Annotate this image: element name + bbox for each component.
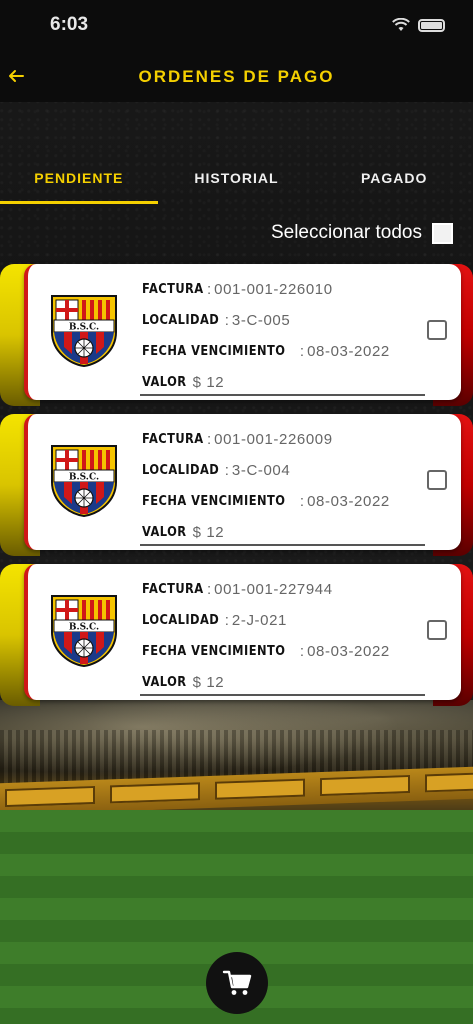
tab-pendiente[interactable]: PENDIENTE: [0, 160, 158, 204]
valor-value: $ 12: [192, 674, 225, 691]
localidad-label: LOCALIDAD: [142, 463, 220, 478]
factura-label: FACTURA: [142, 282, 204, 297]
status-bar: 6:03: [0, 0, 473, 52]
card-divider: [140, 544, 425, 546]
card-divider: [140, 694, 425, 696]
order-card-body[interactable]: B.S.C. FACTURA:001-001-226010 LOCALIDAD:…: [24, 264, 461, 400]
cart-button[interactable]: [206, 952, 268, 1014]
order-card-body[interactable]: B.S.C. FACTURA:001-001-227944 LOCALIDAD:…: [24, 564, 461, 700]
crest-text: B.S.C.: [69, 473, 99, 483]
tab-pagado[interactable]: PAGADO: [315, 160, 473, 204]
order-card: B.S.C. FACTURA:001-001-226010 LOCALIDAD:…: [0, 264, 473, 406]
app-header: ORDENES DE PAGO: [0, 52, 473, 102]
fecha-vencimiento-label: FECHA VENCIMIENTO: [142, 344, 286, 359]
club-crest-icon: B.S.C.: [51, 445, 117, 518]
localidad-value: 3-C-004: [231, 462, 291, 479]
valor-value: $ 12: [192, 374, 225, 391]
shopping-cart-icon: [222, 970, 252, 995]
fecha-vencimiento-label: FECHA VENCIMIENTO: [142, 644, 286, 659]
factura-value: 001-001-227944: [214, 581, 333, 598]
tab-historial[interactable]: HISTORIAL: [158, 160, 316, 204]
order-card: B.S.C. FACTURA:001-001-227944 LOCALIDAD:…: [0, 564, 473, 706]
select-all-checkbox[interactable]: [432, 222, 453, 244]
club-crest-icon: B.S.C.: [51, 595, 117, 668]
status-time: 6:03: [50, 14, 89, 35]
localidad-label: LOCALIDAD: [142, 613, 220, 628]
factura-label: FACTURA: [142, 582, 204, 597]
factura-value: 001-001-226010: [214, 281, 333, 298]
localidad-value: 2-J-021: [231, 612, 287, 629]
valor-label: VALOR: [142, 375, 187, 390]
localidad-value: 3-C-005: [231, 312, 291, 329]
order-card-body[interactable]: B.S.C. FACTURA:001-001-226009 LOCALIDAD:…: [24, 414, 461, 550]
order-checkbox[interactable]: [427, 620, 447, 640]
factura-label: FACTURA: [142, 432, 204, 447]
fecha-vencimiento-value: 08-03-2022: [307, 343, 390, 360]
tab-bar: PENDIENTE HISTORIAL PAGADO: [0, 160, 473, 204]
card-divider: [140, 394, 425, 396]
fecha-vencimiento-value: 08-03-2022: [307, 643, 390, 660]
fecha-vencimiento-value: 08-03-2022: [307, 493, 390, 510]
order-card: B.S.C. FACTURA:001-001-226009 LOCALIDAD:…: [0, 414, 473, 556]
crest-text: B.S.C.: [69, 323, 99, 333]
valor-value: $ 12: [192, 524, 225, 541]
order-checkbox[interactable]: [427, 470, 447, 490]
battery-icon: [418, 18, 445, 32]
page-title: ORDENES DE PAGO: [138, 67, 335, 86]
select-all-row[interactable]: Seleccionar todos: [271, 222, 453, 244]
select-all-label: Seleccionar todos: [270, 222, 422, 243]
factura-value: 001-001-226009: [214, 431, 333, 448]
order-checkbox[interactable]: [427, 320, 447, 340]
localidad-label: LOCALIDAD: [142, 313, 220, 328]
fecha-vencimiento-label: FECHA VENCIMIENTO: [142, 494, 286, 509]
wifi-icon: [392, 18, 410, 31]
valor-label: VALOR: [142, 675, 187, 690]
valor-label: VALOR: [142, 525, 187, 540]
crest-text: B.S.C.: [69, 623, 99, 633]
club-crest-icon: B.S.C.: [51, 295, 117, 368]
